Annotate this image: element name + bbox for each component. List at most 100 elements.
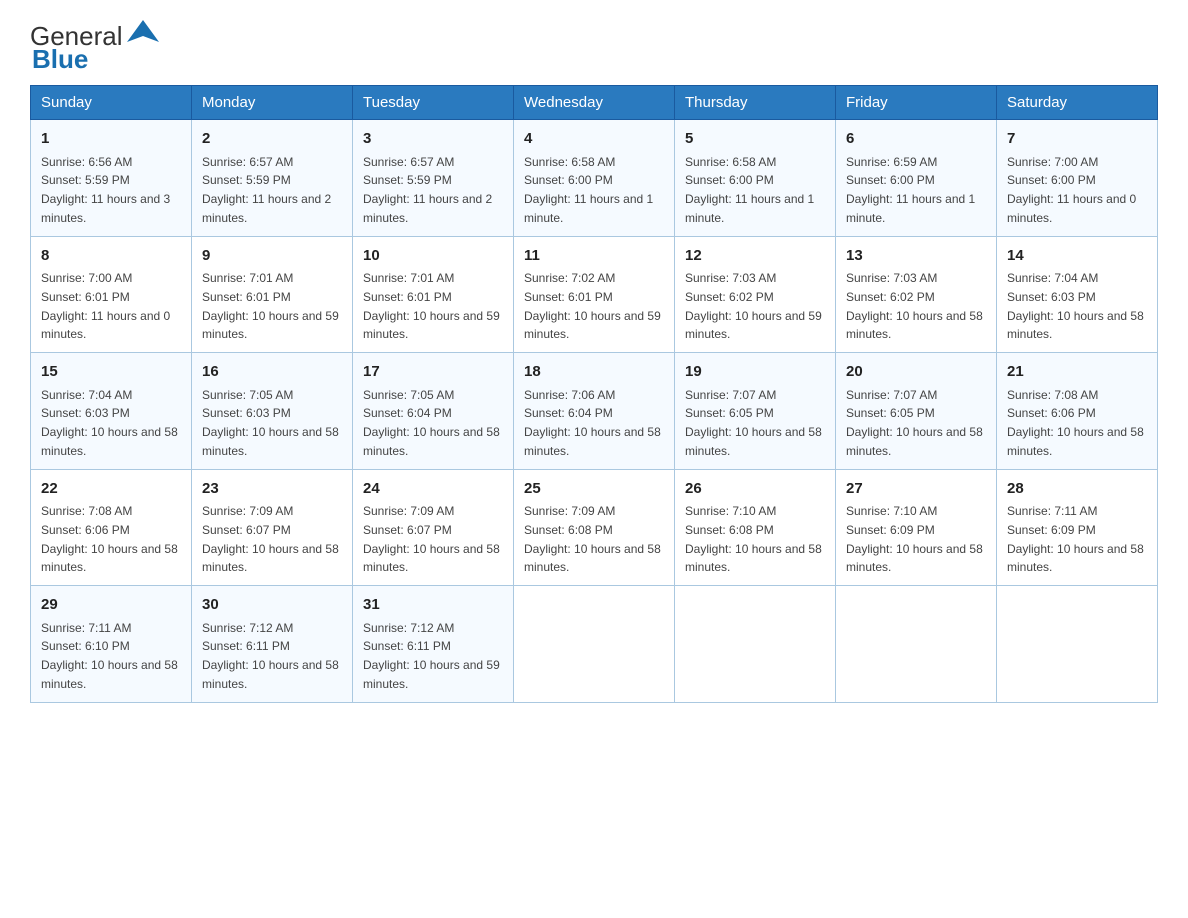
day-number: 29: [41, 594, 181, 617]
day-info: Sunrise: 7:01 AMSunset: 6:01 PMDaylight:…: [363, 271, 500, 341]
day-number: 30: [202, 594, 342, 617]
day-number: 26: [685, 478, 825, 501]
day-number: 8: [41, 245, 181, 268]
calendar-cell: 5 Sunrise: 6:58 AMSunset: 6:00 PMDayligh…: [675, 120, 836, 237]
day-number: 17: [363, 361, 503, 384]
day-info: Sunrise: 7:05 AMSunset: 6:03 PMDaylight:…: [202, 388, 339, 458]
day-info: Sunrise: 7:11 AMSunset: 6:10 PMDaylight:…: [41, 621, 178, 691]
calendar-cell: 18 Sunrise: 7:06 AMSunset: 6:04 PMDaylig…: [514, 353, 675, 470]
day-number: 22: [41, 478, 181, 501]
day-number: 21: [1007, 361, 1147, 384]
calendar-cell: 24 Sunrise: 7:09 AMSunset: 6:07 PMDaylig…: [353, 469, 514, 586]
day-number: 15: [41, 361, 181, 384]
day-info: Sunrise: 7:04 AMSunset: 6:03 PMDaylight:…: [1007, 271, 1144, 341]
day-info: Sunrise: 7:06 AMSunset: 6:04 PMDaylight:…: [524, 388, 661, 458]
calendar-cell: 28 Sunrise: 7:11 AMSunset: 6:09 PMDaylig…: [997, 469, 1158, 586]
calendar-cell: 31 Sunrise: 7:12 AMSunset: 6:11 PMDaylig…: [353, 586, 514, 703]
day-number: 5: [685, 128, 825, 151]
day-number: 31: [363, 594, 503, 617]
day-info: Sunrise: 7:07 AMSunset: 6:05 PMDaylight:…: [846, 388, 983, 458]
day-info: Sunrise: 7:08 AMSunset: 6:06 PMDaylight:…: [41, 504, 178, 574]
calendar-cell: 21 Sunrise: 7:08 AMSunset: 6:06 PMDaylig…: [997, 353, 1158, 470]
calendar-cell: 20 Sunrise: 7:07 AMSunset: 6:05 PMDaylig…: [836, 353, 997, 470]
calendar-week-row: 8 Sunrise: 7:00 AMSunset: 6:01 PMDayligh…: [31, 236, 1158, 353]
day-number: 11: [524, 245, 664, 268]
day-info: Sunrise: 7:07 AMSunset: 6:05 PMDaylight:…: [685, 388, 822, 458]
day-info: Sunrise: 7:10 AMSunset: 6:09 PMDaylight:…: [846, 504, 983, 574]
weekday-header-sunday: Sunday: [31, 86, 192, 120]
calendar-cell: 30 Sunrise: 7:12 AMSunset: 6:11 PMDaylig…: [192, 586, 353, 703]
calendar-cell: 9 Sunrise: 7:01 AMSunset: 6:01 PMDayligh…: [192, 236, 353, 353]
calendar-cell: 17 Sunrise: 7:05 AMSunset: 6:04 PMDaylig…: [353, 353, 514, 470]
day-info: Sunrise: 6:59 AMSunset: 6:00 PMDaylight:…: [846, 155, 975, 225]
day-info: Sunrise: 7:12 AMSunset: 6:11 PMDaylight:…: [363, 621, 500, 691]
day-number: 25: [524, 478, 664, 501]
day-info: Sunrise: 6:56 AMSunset: 5:59 PMDaylight:…: [41, 155, 170, 225]
calendar-week-row: 22 Sunrise: 7:08 AMSunset: 6:06 PMDaylig…: [31, 469, 1158, 586]
calendar-cell: 25 Sunrise: 7:09 AMSunset: 6:08 PMDaylig…: [514, 469, 675, 586]
calendar-cell: [836, 586, 997, 703]
day-number: 7: [1007, 128, 1147, 151]
day-number: 13: [846, 245, 986, 268]
day-info: Sunrise: 7:12 AMSunset: 6:11 PMDaylight:…: [202, 621, 339, 691]
day-number: 1: [41, 128, 181, 151]
day-info: Sunrise: 7:09 AMSunset: 6:07 PMDaylight:…: [202, 504, 339, 574]
calendar-cell: 23 Sunrise: 7:09 AMSunset: 6:07 PMDaylig…: [192, 469, 353, 586]
calendar-table: SundayMondayTuesdayWednesdayThursdayFrid…: [30, 85, 1158, 703]
day-number: 14: [1007, 245, 1147, 268]
day-info: Sunrise: 7:01 AMSunset: 6:01 PMDaylight:…: [202, 271, 339, 341]
calendar-cell: 4 Sunrise: 6:58 AMSunset: 6:00 PMDayligh…: [514, 120, 675, 237]
weekday-header-row: SundayMondayTuesdayWednesdayThursdayFrid…: [31, 86, 1158, 120]
day-info: Sunrise: 7:05 AMSunset: 6:04 PMDaylight:…: [363, 388, 500, 458]
calendar-cell: 10 Sunrise: 7:01 AMSunset: 6:01 PMDaylig…: [353, 236, 514, 353]
logo: General Blue: [30, 20, 161, 75]
calendar-cell: 11 Sunrise: 7:02 AMSunset: 6:01 PMDaylig…: [514, 236, 675, 353]
calendar-cell: [514, 586, 675, 703]
day-info: Sunrise: 7:11 AMSunset: 6:09 PMDaylight:…: [1007, 504, 1144, 574]
day-info: Sunrise: 7:10 AMSunset: 6:08 PMDaylight:…: [685, 504, 822, 574]
day-info: Sunrise: 6:58 AMSunset: 6:00 PMDaylight:…: [524, 155, 653, 225]
calendar-cell: 16 Sunrise: 7:05 AMSunset: 6:03 PMDaylig…: [192, 353, 353, 470]
day-number: 18: [524, 361, 664, 384]
day-number: 19: [685, 361, 825, 384]
day-info: Sunrise: 6:58 AMSunset: 6:00 PMDaylight:…: [685, 155, 814, 225]
day-info: Sunrise: 7:00 AMSunset: 6:01 PMDaylight:…: [41, 271, 170, 341]
day-info: Sunrise: 7:04 AMSunset: 6:03 PMDaylight:…: [41, 388, 178, 458]
calendar-week-row: 1 Sunrise: 6:56 AMSunset: 5:59 PMDayligh…: [31, 120, 1158, 237]
day-number: 20: [846, 361, 986, 384]
weekday-header-saturday: Saturday: [997, 86, 1158, 120]
weekday-header-friday: Friday: [836, 86, 997, 120]
calendar-cell: 3 Sunrise: 6:57 AMSunset: 5:59 PMDayligh…: [353, 120, 514, 237]
day-number: 23: [202, 478, 342, 501]
weekday-header-tuesday: Tuesday: [353, 86, 514, 120]
day-number: 10: [363, 245, 503, 268]
calendar-cell: 14 Sunrise: 7:04 AMSunset: 6:03 PMDaylig…: [997, 236, 1158, 353]
logo-blue: Blue: [32, 44, 88, 75]
calendar-cell: 1 Sunrise: 6:56 AMSunset: 5:59 PMDayligh…: [31, 120, 192, 237]
day-number: 2: [202, 128, 342, 151]
day-info: Sunrise: 7:03 AMSunset: 6:02 PMDaylight:…: [846, 271, 983, 341]
day-number: 3: [363, 128, 503, 151]
calendar-cell: 29 Sunrise: 7:11 AMSunset: 6:10 PMDaylig…: [31, 586, 192, 703]
calendar-body: 1 Sunrise: 6:56 AMSunset: 5:59 PMDayligh…: [31, 120, 1158, 703]
day-number: 28: [1007, 478, 1147, 501]
calendar-cell: 19 Sunrise: 7:07 AMSunset: 6:05 PMDaylig…: [675, 353, 836, 470]
calendar-cell: [675, 586, 836, 703]
day-number: 4: [524, 128, 664, 151]
day-info: Sunrise: 7:09 AMSunset: 6:08 PMDaylight:…: [524, 504, 661, 574]
day-info: Sunrise: 7:08 AMSunset: 6:06 PMDaylight:…: [1007, 388, 1144, 458]
day-info: Sunrise: 7:03 AMSunset: 6:02 PMDaylight:…: [685, 271, 822, 341]
calendar-cell: 13 Sunrise: 7:03 AMSunset: 6:02 PMDaylig…: [836, 236, 997, 353]
calendar-cell: 8 Sunrise: 7:00 AMSunset: 6:01 PMDayligh…: [31, 236, 192, 353]
calendar-week-row: 29 Sunrise: 7:11 AMSunset: 6:10 PMDaylig…: [31, 586, 1158, 703]
day-info: Sunrise: 6:57 AMSunset: 5:59 PMDaylight:…: [363, 155, 492, 225]
calendar-cell: 2 Sunrise: 6:57 AMSunset: 5:59 PMDayligh…: [192, 120, 353, 237]
day-number: 6: [846, 128, 986, 151]
calendar-cell: 12 Sunrise: 7:03 AMSunset: 6:02 PMDaylig…: [675, 236, 836, 353]
calendar-week-row: 15 Sunrise: 7:04 AMSunset: 6:03 PMDaylig…: [31, 353, 1158, 470]
day-number: 24: [363, 478, 503, 501]
page-header: General Blue: [30, 20, 1158, 75]
day-number: 12: [685, 245, 825, 268]
calendar-cell: 6 Sunrise: 6:59 AMSunset: 6:00 PMDayligh…: [836, 120, 997, 237]
calendar-cell: 27 Sunrise: 7:10 AMSunset: 6:09 PMDaylig…: [836, 469, 997, 586]
